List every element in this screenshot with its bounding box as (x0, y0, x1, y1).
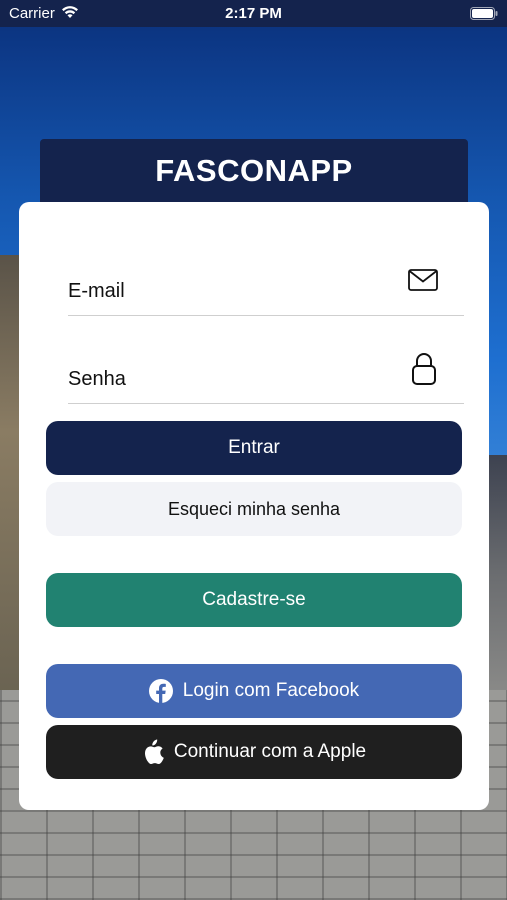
forgot-password-button[interactable]: Esqueci minha senha (46, 482, 462, 536)
login-button-label: Entrar (228, 437, 280, 458)
apple-login-label: Continuar com a Apple (173, 741, 367, 762)
envelope-icon (408, 269, 438, 296)
password-field-container (68, 343, 464, 404)
facebook-icon (148, 679, 173, 703)
apple-login-button[interactable]: Continuar com a Apple (46, 725, 462, 779)
app-title: FASCONAPP (155, 153, 353, 188)
email-field-container (68, 255, 464, 316)
facebook-login-label: Login com Facebook (182, 680, 360, 701)
app-header: FASCONAPP (40, 139, 468, 209)
lock-icon (412, 353, 436, 390)
email-field[interactable] (68, 280, 398, 303)
register-button[interactable]: Cadastre-se (46, 573, 462, 627)
login-button[interactable]: Entrar (46, 421, 462, 475)
forgot-password-label: Esqueci minha senha (167, 498, 341, 519)
apple-icon (142, 739, 164, 765)
facebook-login-button[interactable]: Login com Facebook (46, 664, 462, 718)
register-button-label: Cadastre-se (202, 589, 306, 610)
status-bar: Carrier 2:17 PM (0, 0, 507, 27)
battery-icon (470, 7, 498, 25)
status-time: 2:17 PM (225, 5, 282, 22)
login-card: Entrar Esqueci minha senha Cadastre-se L… (19, 202, 489, 810)
password-field[interactable] (68, 368, 398, 391)
